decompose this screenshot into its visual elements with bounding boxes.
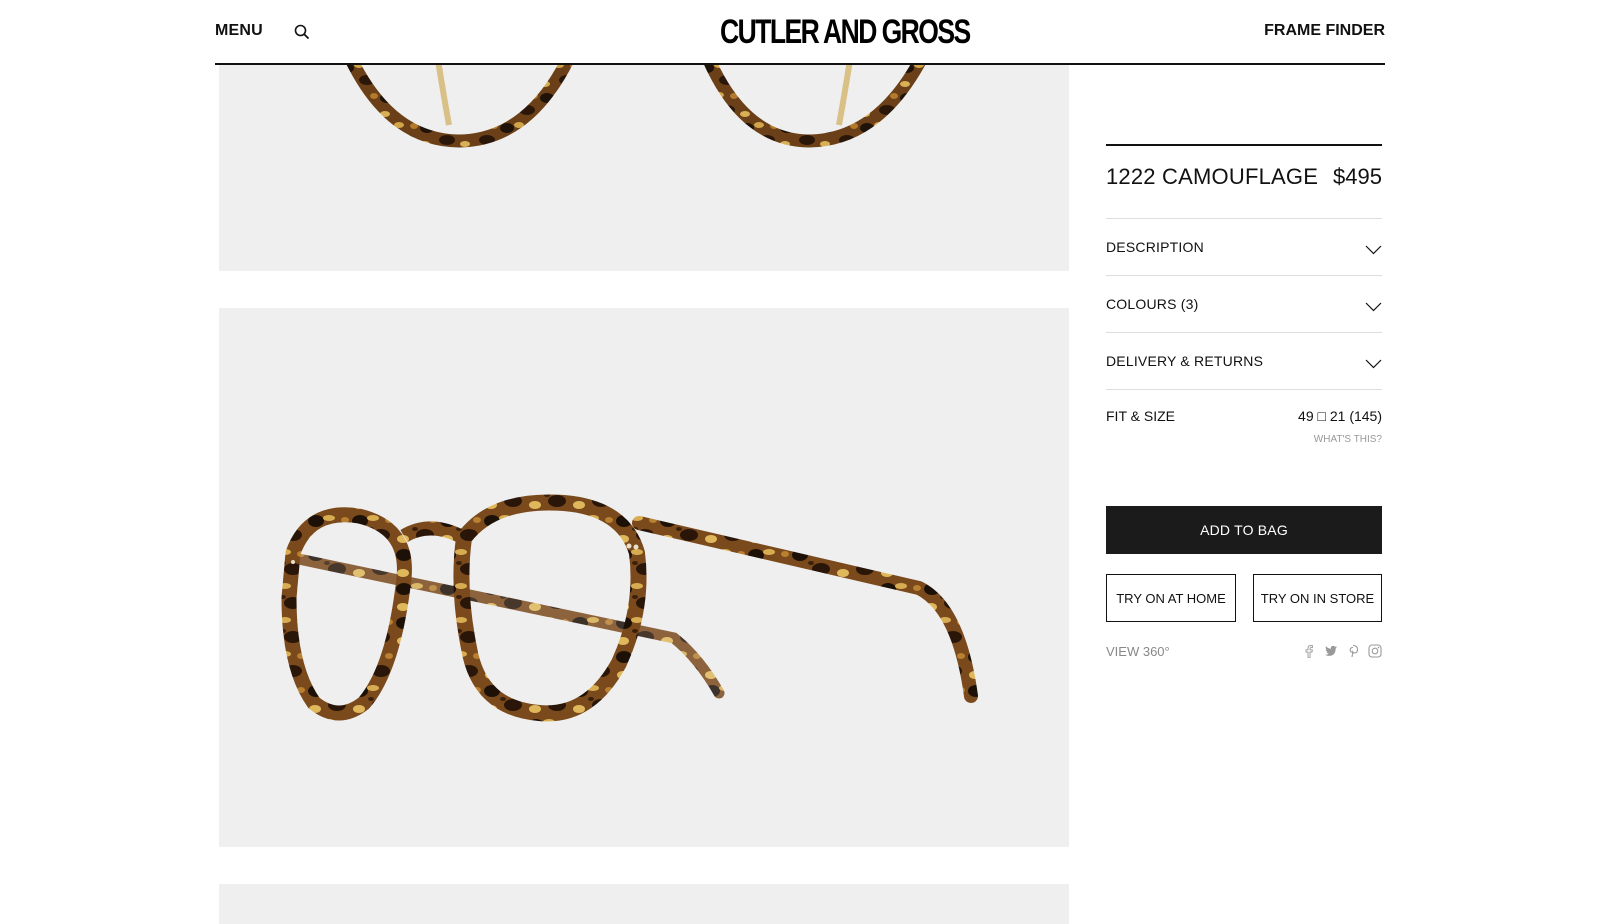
share-row: VIEW 360° [1106, 640, 1382, 670]
product-details: 1222 CAMOUFLAGE $495 DESCRIPTION COLOURS… [1106, 144, 1382, 670]
facebook-icon[interactable] [1302, 644, 1316, 659]
search-icon[interactable] [294, 24, 310, 40]
accordion-label: DELIVERY & RETURNS [1106, 353, 1264, 369]
pinterest-icon[interactable] [1346, 644, 1360, 658]
try-on-at-home-button[interactable]: TRY ON AT HOME [1106, 574, 1236, 622]
social-links [1302, 644, 1382, 659]
accordion-colours[interactable]: COLOURS (3) [1106, 276, 1382, 333]
fit-size-label: FIT & SIZE [1106, 408, 1175, 424]
accordion-label: COLOURS (3) [1106, 296, 1199, 312]
chevron-down-icon[interactable] [1365, 356, 1382, 369]
fit-size-value: 49 □ 21 (145) [1298, 408, 1382, 424]
chevron-down-icon[interactable] [1365, 299, 1382, 312]
site-header: MENU CUTLER AND GROSS FRAME FINDER [215, 0, 1385, 65]
product-name: 1222 CAMOUFLAGE [1106, 164, 1319, 189]
frame-finder-link[interactable]: FRAME FINDER [1264, 22, 1385, 40]
instagram-icon[interactable] [1368, 644, 1382, 658]
fit-size-row: FIT & SIZE 49 □ 21 (145) WHAT'S THIS? [1106, 390, 1382, 506]
menu-button[interactable]: MENU [215, 22, 263, 40]
add-to-bag-button[interactable]: ADD TO BAG [1106, 506, 1382, 554]
twitter-icon[interactable] [1324, 644, 1338, 658]
product-title-row: 1222 CAMOUFLAGE $495 [1106, 146, 1382, 219]
view-360-link[interactable]: VIEW 360° [1106, 644, 1170, 659]
accordion-label: DESCRIPTION [1106, 239, 1204, 255]
accordion-delivery-returns[interactable]: DELIVERY & RETURNS [1106, 333, 1382, 390]
try-on-in-store-button[interactable]: TRY ON IN STORE [1253, 574, 1382, 622]
product-price: $495 [1333, 164, 1382, 189]
accordion-description[interactable]: DESCRIPTION [1106, 219, 1382, 276]
product-image-next[interactable] [219, 884, 1069, 924]
chevron-down-icon[interactable] [1365, 242, 1382, 255]
brand-logo[interactable]: CUTLER AND GROSS [720, 14, 971, 50]
whats-this-link[interactable]: WHAT'S THIS? [1314, 434, 1382, 445]
product-image-side[interactable] [219, 308, 1069, 847]
try-on-buttons: TRY ON AT HOME TRY ON IN STORE [1106, 574, 1382, 622]
